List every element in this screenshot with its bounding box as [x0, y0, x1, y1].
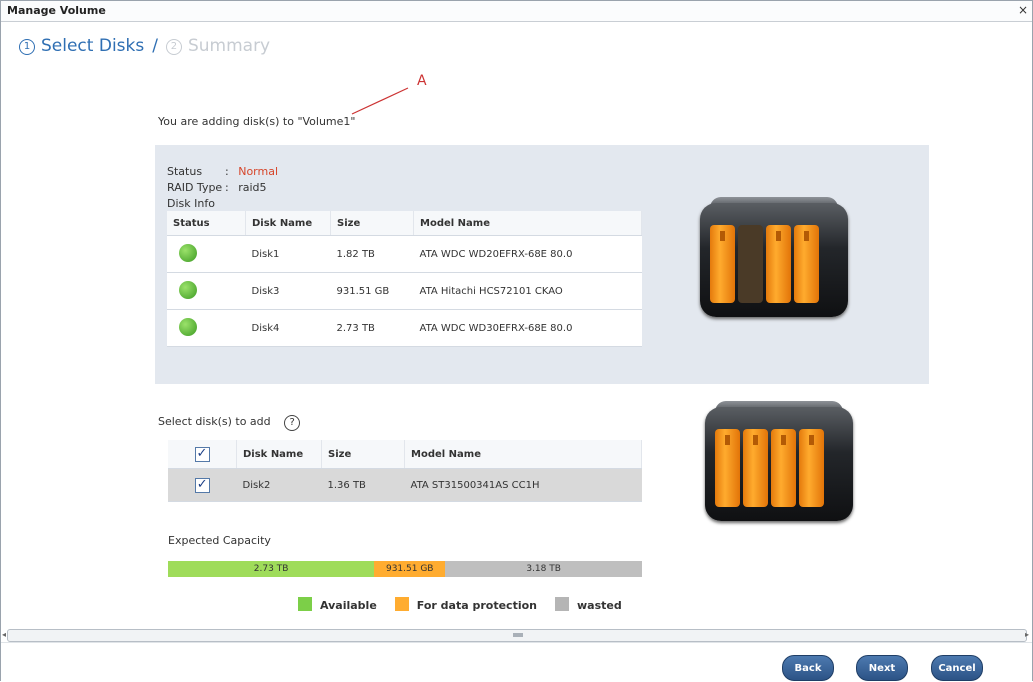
disk-model-cell: ATA WDC WD30EFRX-68E 80.0 [413, 309, 642, 347]
drive-bay-filled [799, 429, 824, 507]
col-status: Status [167, 211, 246, 236]
status-value: Normal [238, 165, 279, 178]
col-model-name: Model Name [413, 211, 642, 236]
select-all-header[interactable]: ✓ [168, 440, 237, 469]
table-row: Disk1 1.82 TB ATA WDC WD20EFRX-68E 80.0 [167, 235, 642, 273]
raid-row: RAID Type: raid5 [167, 181, 267, 194]
col-disk-name: Disk Name [236, 440, 322, 469]
legend-wasted: wasted [555, 597, 622, 612]
disk-size-cell: 931.51 GB [330, 272, 414, 310]
segment-label: 931.51 GB [385, 564, 434, 574]
disk-info-label: Disk Info [167, 197, 215, 210]
scroll-right-arrow[interactable]: ▸ [1025, 630, 1029, 639]
adding-message: You are adding disk(s) to "Volume1" [158, 115, 356, 128]
status-ok-icon [179, 317, 197, 336]
table-row[interactable]: ✓ Disk2 1.36 TB ATA ST31500341AS CC1H [168, 468, 642, 502]
horizontal-scrollbar[interactable] [7, 629, 1027, 642]
scroll-thumb[interactable] [513, 633, 523, 637]
step-separator: / [152, 36, 158, 56]
disk-info-table: Status Disk Name Size Model Name Disk1 1… [167, 211, 642, 347]
drive-bay-filled [766, 225, 791, 303]
capacity-wasted-segment: 3.18 TB [445, 561, 642, 577]
col-disk-name: Disk Name [245, 211, 331, 236]
status-ok-icon [179, 243, 197, 262]
status-sep: : [225, 165, 229, 178]
capacity-available-segment: 2.73 TB [168, 561, 375, 577]
disk-name-cell: Disk4 [245, 309, 331, 347]
disk-model-cell: ATA ST31500341AS CC1H [404, 468, 642, 502]
step-label-1: Select Disks [41, 36, 145, 56]
help-icon[interactable]: ? [284, 415, 301, 431]
wizard-steps: 1 Select Disks / 2 Summary [19, 31, 270, 61]
legend-available: Available [298, 597, 377, 612]
disk-name-cell: Disk3 [245, 272, 331, 310]
title-bar: Manage Volume × [1, 1, 1032, 22]
legend-label: wasted [577, 599, 622, 612]
segment-label: 2.73 TB [253, 564, 289, 574]
table-header-row: ✓ Disk Name Size Model Name [168, 440, 642, 469]
raid-sep: : [225, 181, 229, 194]
legend-swatch [555, 597, 569, 611]
drive-bay-filled [794, 225, 819, 303]
select-disks-label-row: Select disk(s) to add ? [158, 415, 301, 431]
disk-size-cell: 2.73 TB [330, 309, 414, 347]
table-header-row: Status Disk Name Size Model Name [167, 211, 642, 236]
disk-model-cell: ATA Hitachi HCS72101 CKAO [413, 272, 642, 310]
capacity-protection-segment: 931.51 GB [374, 561, 446, 577]
capacity-bar: 2.73 TB 931.51 GB 3.18 TB [168, 561, 642, 577]
legend-swatch [298, 597, 312, 611]
disk-size-cell: 1.36 TB [321, 468, 405, 502]
table-row: Disk3 931.51 GB ATA Hitachi HCS72101 CKA… [167, 272, 642, 310]
step-number-1: 1 [19, 39, 35, 55]
col-size: Size [321, 440, 405, 469]
drive-bay-filled [710, 225, 735, 303]
dialog-title: Manage Volume [7, 4, 106, 17]
close-icon[interactable]: × [1018, 3, 1028, 17]
col-model-name: Model Name [404, 440, 642, 469]
capacity-legend: Available For data protection wasted [298, 597, 622, 612]
annotation-label: A [417, 73, 427, 89]
nas-current-image [700, 197, 850, 321]
status-label: Status [167, 165, 203, 178]
status-row: Status: Normal [167, 165, 278, 178]
back-button[interactable]: Back [782, 655, 834, 681]
manage-volume-dialog: Manage Volume × 1 Select Disks / 2 Summary… [0, 0, 1033, 682]
volume-info-panel: Status: Normal RAID Type: raid5 Disk Inf… [155, 145, 929, 384]
drive-bay-filled [743, 429, 768, 507]
legend-label: Available [320, 599, 377, 612]
drive-bays [710, 225, 819, 303]
drive-bay-empty [738, 225, 763, 303]
expected-capacity-label: Expected Capacity [168, 534, 271, 547]
disk-select-checkbox[interactable]: ✓ [194, 477, 210, 493]
disk-name-cell: Disk1 [245, 235, 331, 273]
step-label-2: Summary [187, 36, 271, 56]
step-number-2: 2 [165, 39, 182, 55]
legend-data-protection: For data protection [394, 597, 537, 612]
drive-bay-filled [715, 429, 740, 507]
raid-label: RAID Type [167, 181, 223, 194]
select-all-checkbox[interactable]: ✓ [194, 446, 210, 462]
drive-bay-filled [771, 429, 796, 507]
step-select-disks: 1 Select Disks [19, 36, 144, 56]
select-disks-table: ✓ Disk Name Size Model Name ✓ Disk2 1.36… [168, 440, 642, 502]
legend-label: For data protection [416, 599, 537, 612]
scroll-left-arrow[interactable]: ◂ [2, 630, 6, 639]
cancel-button[interactable]: Cancel [931, 655, 983, 681]
disk-model-cell: ATA WDC WD20EFRX-68E 80.0 [413, 235, 642, 273]
table-row: Disk4 2.73 TB ATA WDC WD30EFRX-68E 80.0 [167, 309, 642, 347]
segment-label: 3.18 TB [526, 564, 561, 574]
col-size: Size [330, 211, 414, 236]
raid-value: raid5 [238, 181, 267, 194]
select-disks-label: Select disk(s) to add [158, 415, 271, 428]
nas-expected-image [705, 401, 855, 525]
annotation-pointer [351, 87, 409, 115]
legend-swatch [394, 597, 409, 611]
drive-bays [715, 429, 824, 507]
disk-size-cell: 1.82 TB [330, 235, 414, 273]
status-ok-icon [179, 280, 197, 299]
step-summary: 2 Summary [165, 36, 271, 56]
disk-name-cell: Disk2 [236, 468, 322, 502]
next-button[interactable]: Next [856, 655, 908, 681]
